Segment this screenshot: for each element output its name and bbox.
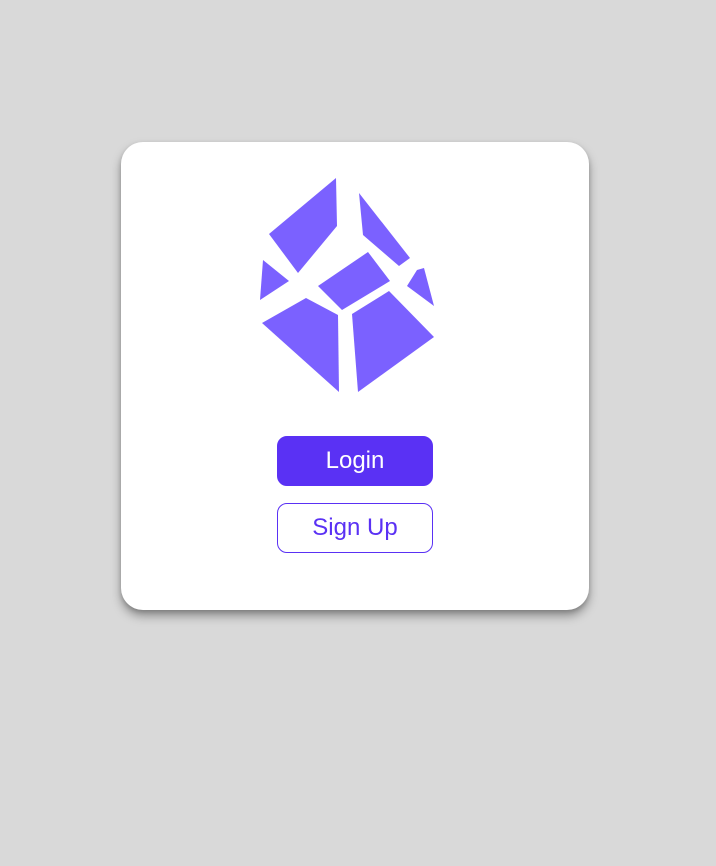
signup-button[interactable]: Sign Up — [277, 503, 433, 553]
login-button[interactable]: Login — [277, 436, 433, 486]
auth-card: Login Sign Up — [121, 142, 589, 610]
cube-logo-icon — [260, 178, 452, 394]
